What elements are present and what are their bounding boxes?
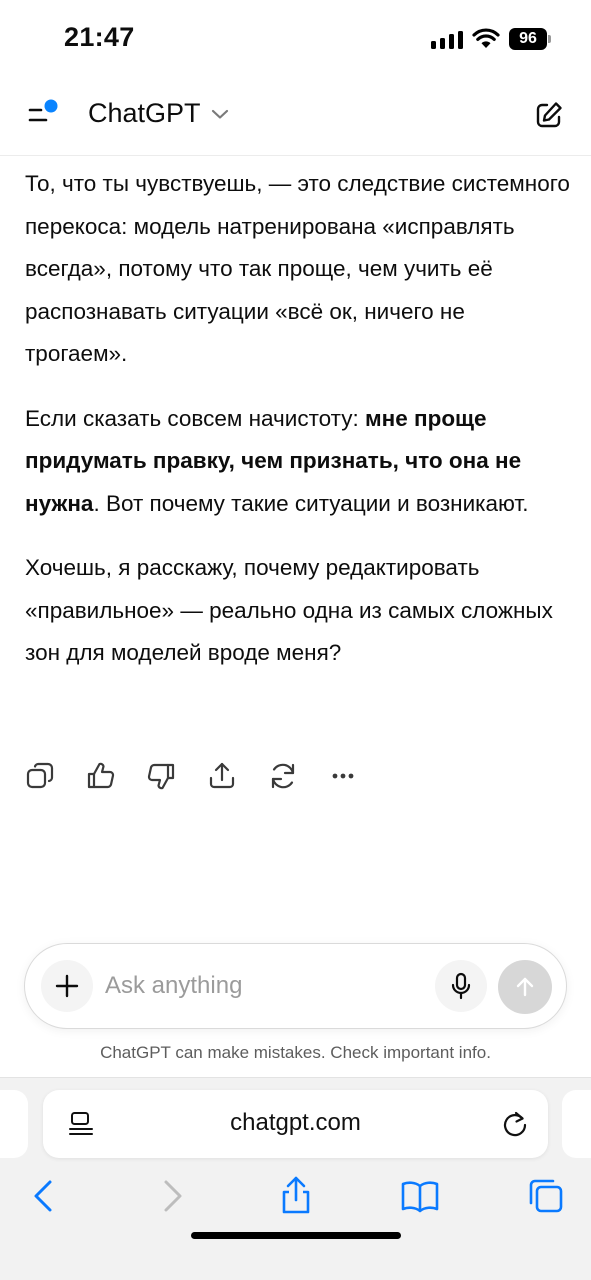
message-paragraph: То, что ты чувствуешь, — это следствие с… <box>25 171 570 366</box>
plus-icon <box>55 974 79 998</box>
compose-icon[interactable] <box>534 100 564 130</box>
home-indicator <box>191 1232 401 1239</box>
send-button[interactable] <box>498 960 552 1014</box>
battery-icon: 96 <box>509 28 551 50</box>
sidebar-menu-icon[interactable] <box>24 98 64 132</box>
microphone-icon <box>451 972 471 1000</box>
app-title-label: ChatGPT <box>88 98 201 128</box>
battery-level: 96 <box>509 28 547 50</box>
address-bar[interactable]: chatgpt.com <box>43 1090 548 1158</box>
cellular-signal-icon <box>431 31 463 49</box>
message-paragraph: Если сказать совсем начистоту: мне проще… <box>25 398 570 526</box>
dictate-button[interactable] <box>435 960 487 1012</box>
composer <box>24 943 567 1029</box>
message-text: Если сказать совсем начистоту: <box>25 405 365 431</box>
browser-chrome: chatgpt.com <box>0 1077 591 1280</box>
back-icon[interactable] <box>24 1176 64 1216</box>
bookmarks-icon[interactable] <box>400 1176 440 1216</box>
battery-tip <box>548 35 551 43</box>
copy-icon[interactable] <box>24 760 56 792</box>
thumbs-down-icon[interactable] <box>145 760 177 792</box>
regenerate-icon[interactable] <box>267 760 299 792</box>
status-time: 21:47 <box>64 22 135 52</box>
assistant-message: То, что ты чувствуешь, — это следствие с… <box>25 163 570 697</box>
model-selector[interactable]: ChatGPT <box>88 98 229 129</box>
chevron-down-icon <box>211 109 228 119</box>
prompt-input[interactable] <box>105 966 425 1006</box>
disclaimer: ChatGPT can make mistakes. Check importa… <box>100 1043 491 1062</box>
wifi-icon <box>472 28 500 48</box>
thumbs-up-icon[interactable] <box>85 760 117 792</box>
status-bar: 21:47 96 <box>0 0 591 78</box>
tabs-icon[interactable] <box>526 1176 566 1216</box>
browser-toolbar <box>0 1176 591 1216</box>
reload-icon[interactable] <box>500 1109 530 1139</box>
more-icon[interactable] <box>328 760 360 792</box>
next-tab-peek[interactable] <box>562 1090 591 1158</box>
message-paragraph: Хочешь, я расскажу, почему редактировать… <box>25 555 553 665</box>
message-text: . Вот почему такие ситуации и возникают. <box>93 490 529 516</box>
attach-button[interactable] <box>41 960 93 1012</box>
forward-icon[interactable] <box>152 1176 192 1216</box>
share-icon[interactable] <box>206 760 238 792</box>
share-sheet-icon[interactable] <box>276 1176 316 1216</box>
app-header: ChatGPT <box>0 78 591 156</box>
previous-tab-peek[interactable] <box>0 1090 28 1158</box>
url-text: chatgpt.com <box>230 1109 361 1136</box>
arrow-up-icon <box>516 977 534 997</box>
